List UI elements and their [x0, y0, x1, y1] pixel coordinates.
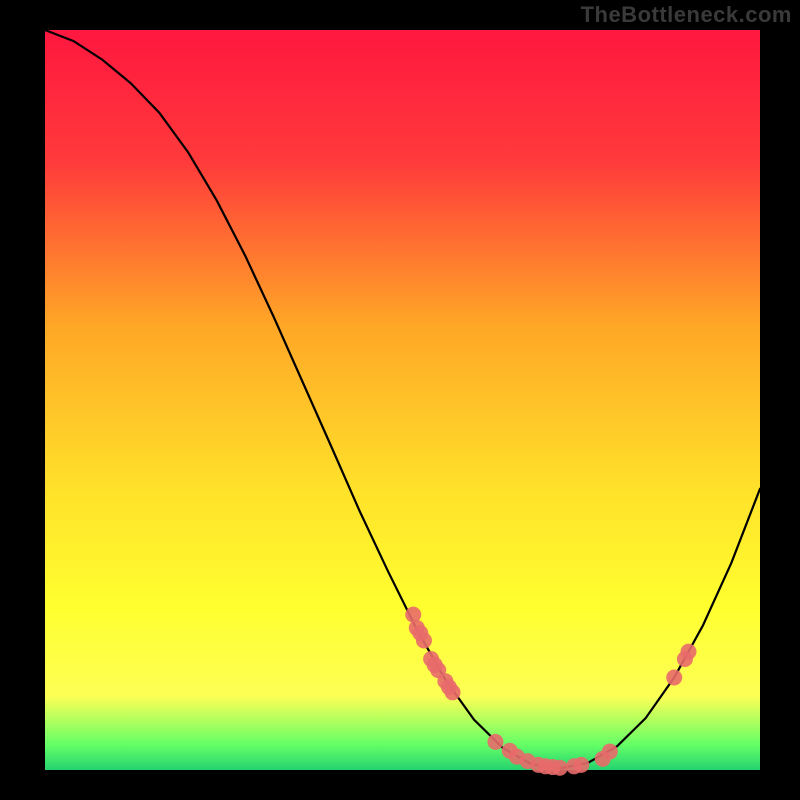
data-marker [552, 760, 568, 776]
data-marker [573, 757, 589, 773]
bottleneck-chart [0, 0, 800, 800]
data-marker [416, 633, 432, 649]
data-marker [445, 684, 461, 700]
data-marker [666, 670, 682, 686]
chart-frame: TheBottleneck.com [0, 0, 800, 800]
data-marker [681, 644, 697, 660]
data-marker [602, 744, 618, 760]
data-marker [487, 734, 503, 750]
watermark-text: TheBottleneck.com [581, 2, 792, 28]
plot-background [45, 30, 760, 770]
